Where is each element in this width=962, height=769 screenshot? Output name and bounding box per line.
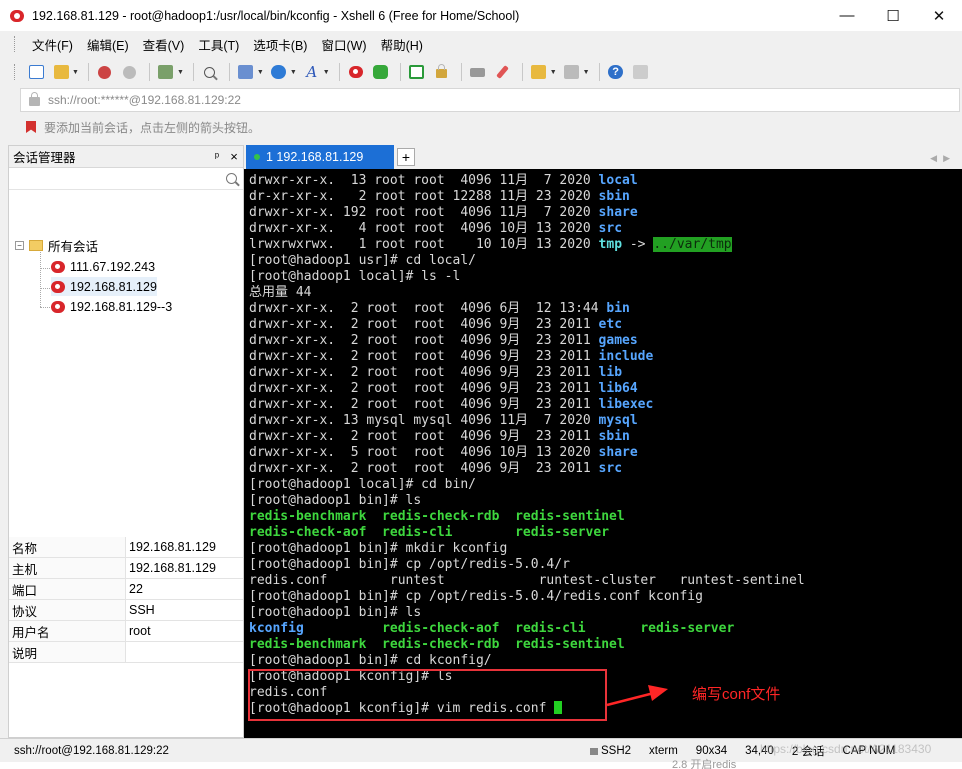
- session-manager-title: 会话管理器: [13, 151, 76, 165]
- title-bar: 192.168.81.129 - root@hadoop1:/usr/local…: [0, 0, 962, 31]
- toolbar-grip: [14, 64, 17, 80]
- fullscreen-icon[interactable]: [406, 61, 428, 83]
- session-tabs: 1 192.168.81.129 + ◀▶: [244, 145, 962, 169]
- add-tab-button[interactable]: +: [397, 148, 415, 166]
- properties-icon[interactable]: [155, 61, 177, 83]
- hint-text: 要添加当前会话，点击左侧的箭头按钮。: [44, 120, 261, 135]
- highlight-icon[interactable]: [492, 61, 514, 83]
- font-icon[interactable]: A: [301, 61, 323, 83]
- lock-icon: [29, 91, 40, 106]
- session-icon: [51, 260, 65, 273]
- tab-session-1[interactable]: 1 192.168.81.129: [246, 145, 394, 169]
- address-text: ssh://root:******@192.168.81.129:22: [48, 93, 241, 107]
- session-properties: 名称 192.168.81.129 主机 192.168.81.129 端口 22 协…: [9, 537, 243, 663]
- session-icon: [51, 300, 65, 313]
- watermark: https://blog.csdn.net/A21183430: [760, 742, 932, 756]
- globe-icon[interactable]: [268, 61, 290, 83]
- reconnect-icon[interactable]: [94, 61, 116, 83]
- property-row: 名称 192.168.81.129: [9, 537, 243, 558]
- lock-icon[interactable]: [431, 61, 453, 83]
- menu-file[interactable]: 文件(F): [25, 35, 80, 54]
- session-manager-header: 会话管理器 ᵖ ×: [9, 146, 243, 168]
- toolbar: ▼ ▼ ▼ ▼ A ▼ ▼ ▼ ?: [0, 57, 962, 87]
- menu-tools[interactable]: 工具(T): [191, 35, 246, 54]
- address-bar[interactable]: ssh://root:******@192.168.81.129:22: [20, 88, 960, 112]
- page-footer-text: 2.8 开启redis: [672, 759, 737, 769]
- menu-grip: [14, 36, 17, 52]
- new-session-icon[interactable]: [25, 61, 47, 83]
- annotation-label: 编写conf文件: [692, 686, 781, 703]
- connected-status-icon: [254, 154, 260, 160]
- hint-bar: 要添加当前会话，点击左侧的箭头按钮。: [20, 115, 960, 139]
- menu-edit[interactable]: 编辑(E): [80, 35, 136, 54]
- layout-icon[interactable]: [561, 61, 583, 83]
- property-row: 说明: [9, 642, 243, 663]
- terminal[interactable]: drwxr-xr-x. 13 root root 4096 11月 7 2020…: [244, 169, 962, 738]
- status-connection: ssh://root@192.168.81.129:22: [14, 744, 169, 757]
- open-folder-icon[interactable]: [50, 61, 72, 83]
- session-item-selected[interactable]: 192.168.81.129: [51, 277, 157, 296]
- chat-icon[interactable]: [630, 61, 652, 83]
- help-icon[interactable]: ?: [605, 61, 627, 83]
- xshell-app-icon: [10, 8, 26, 24]
- transfer-icon[interactable]: [235, 61, 257, 83]
- xshell-icon[interactable]: [345, 61, 367, 83]
- session-item[interactable]: 192.168.81.129--3: [51, 297, 172, 316]
- bottom-strip: [0, 762, 962, 769]
- menu-window[interactable]: 窗口(W): [314, 35, 373, 54]
- tree-root-all-sessions[interactable]: − 所有会话: [15, 236, 98, 255]
- menu-help[interactable]: 帮助(H): [374, 35, 430, 54]
- session-tree: − 所有会话 111.67.192.243 192.168.81.129 192…: [9, 190, 243, 530]
- new-tab-icon[interactable]: [528, 61, 550, 83]
- collapse-icon[interactable]: −: [15, 241, 24, 250]
- session-manager-panel: 会话管理器 ᵖ × − 所有会话 111.67.192.243 192.168.…: [8, 145, 244, 738]
- close-button[interactable]: ✕: [916, 0, 962, 31]
- tab-scroll-arrows[interactable]: ◀▶: [930, 153, 956, 164]
- property-row: 端口 22: [9, 579, 243, 600]
- session-icon: [51, 280, 65, 293]
- menu-view[interactable]: 查看(V): [136, 35, 192, 54]
- panel-close-button[interactable]: ×: [225, 149, 243, 164]
- folder-icon: [29, 240, 43, 251]
- menu-tabs[interactable]: 选项卡(B): [246, 35, 314, 54]
- status-protocol: SSH2: [590, 745, 631, 757]
- xftp-icon[interactable]: [370, 61, 392, 83]
- search-icon[interactable]: [226, 173, 237, 184]
- status-terminal-type: xterm: [649, 744, 678, 757]
- menu-bar: 文件(F) 编辑(E) 查看(V) 工具(T) 选项卡(B) 窗口(W) 帮助(…: [0, 31, 962, 57]
- property-row: 用户名 root: [9, 621, 243, 642]
- pin-icon[interactable]: ᵖ: [209, 151, 225, 163]
- annotation-arrow-icon: [606, 685, 668, 707]
- lock-icon: [590, 747, 598, 755]
- session-item[interactable]: 111.67.192.243: [51, 257, 155, 276]
- disconnect-icon[interactable]: [119, 61, 141, 83]
- maximize-button[interactable]: ☐: [870, 0, 916, 31]
- keyboard-icon[interactable]: [467, 61, 489, 83]
- window-title: 192.168.81.129 - root@hadoop1:/usr/local…: [32, 8, 520, 23]
- property-row: 主机 192.168.81.129: [9, 558, 243, 579]
- find-icon[interactable]: [199, 61, 221, 83]
- status-size: 90x34: [695, 744, 728, 757]
- property-row: 协议 SSH: [9, 600, 243, 621]
- session-search[interactable]: [9, 168, 243, 190]
- bookmark-icon[interactable]: [26, 121, 36, 133]
- minimize-button[interactable]: —: [824, 0, 870, 31]
